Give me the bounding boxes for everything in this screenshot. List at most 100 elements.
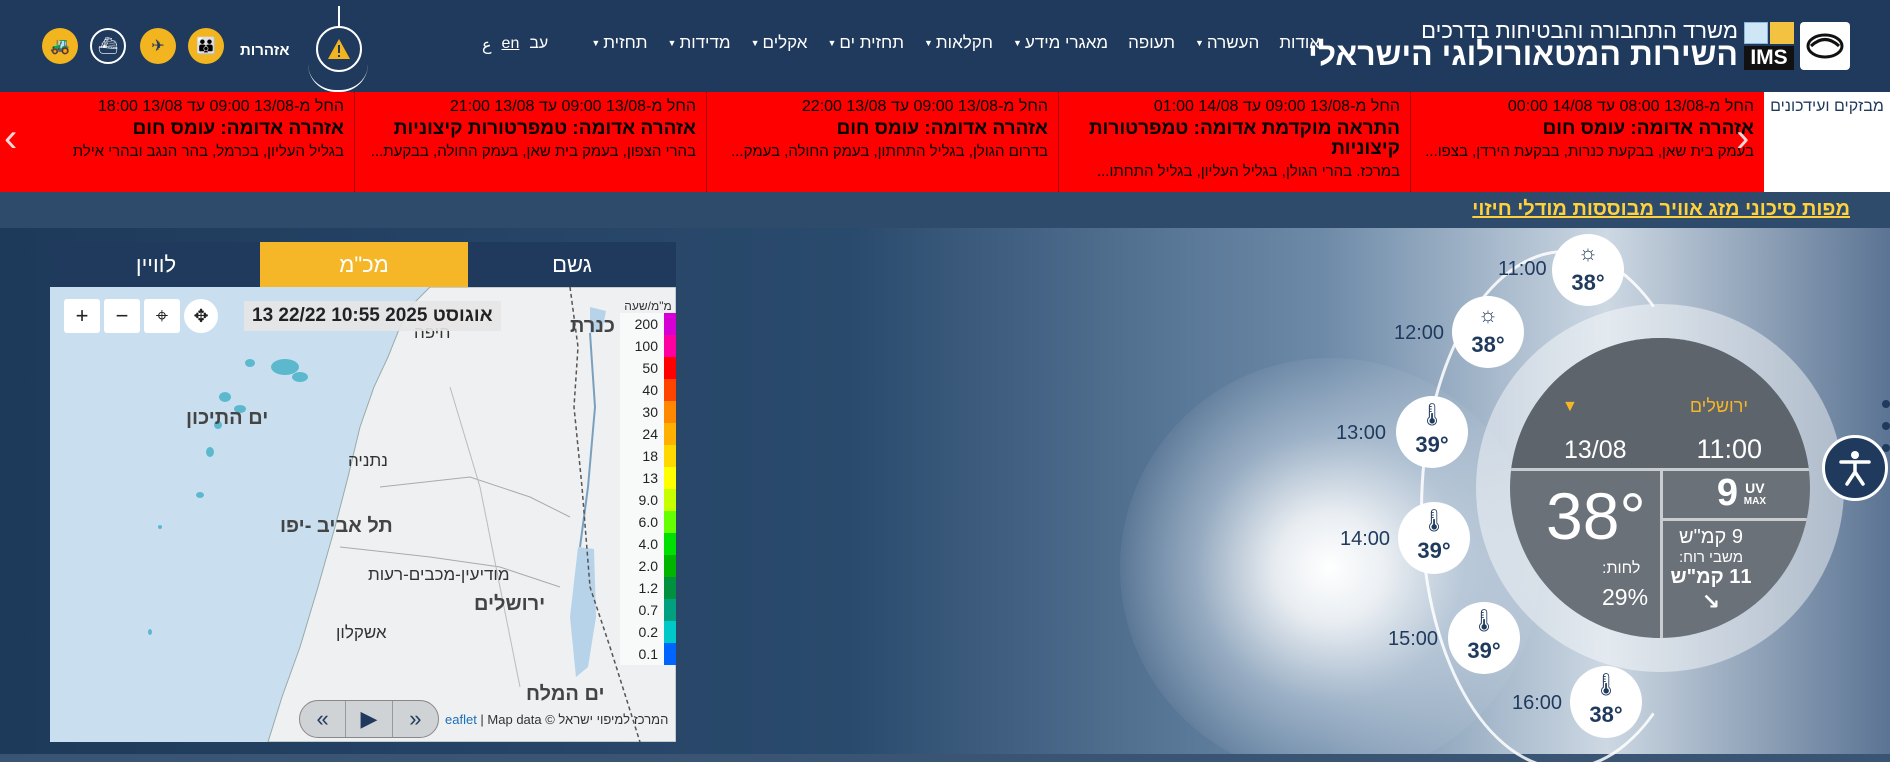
nav-item-about[interactable]: אודות: [1279, 33, 1320, 53]
legend-value: 13: [620, 467, 664, 489]
legend-value: 50: [620, 357, 664, 379]
legend-row: 40: [620, 379, 676, 401]
accessibility-button[interactable]: [1822, 435, 1888, 501]
legend-row: 0.7: [620, 599, 676, 621]
tab-satellite[interactable]: לוויין: [52, 242, 260, 287]
hourly-forecast-bubble[interactable]: 🌡 38°: [1570, 666, 1642, 738]
legend-row: 4.0: [620, 533, 676, 555]
legend-row: 9.0: [620, 489, 676, 511]
hour-label: 11:00: [1498, 258, 1547, 280]
thermometer-icon: 🌡: [1418, 402, 1446, 427]
thermometer-icon: 🌡: [1592, 672, 1620, 697]
emblem-icon: [1806, 33, 1844, 59]
legend-unit: מ"מ/שעה: [624, 299, 672, 313]
play-button[interactable]: ▶: [346, 701, 393, 737]
current-date: 13/08: [1564, 436, 1627, 464]
leaflet-link[interactable]: eaflet: [445, 712, 477, 727]
hour-label: 13:00: [1336, 422, 1387, 444]
risk-maps-link[interactable]: מפות סיכוני מזג אוויר מבוססות מודלי חיזו…: [1472, 198, 1850, 221]
tractor-icon[interactable]: 🚜: [42, 28, 78, 64]
pan-icon[interactable]: ✥: [184, 299, 218, 333]
radar-echoes: [148, 359, 308, 635]
risk-maps-bar: מפות סיכוני מזג אוויר מבוססות מודלי חיזו…: [0, 192, 1890, 228]
legend-value: 9.0: [620, 489, 664, 511]
chevron-down-icon[interactable]: ▼: [1562, 398, 1578, 416]
nav-item-enrichment[interactable]: העשרה ▼: [1195, 33, 1259, 53]
hourly-forecast-bubble[interactable]: 🌡 39°: [1398, 502, 1470, 574]
legend-row: 200: [620, 313, 676, 335]
nav-item-aviation[interactable]: תעופה: [1128, 33, 1175, 53]
hour-label: 16:00: [1512, 692, 1563, 714]
legend-swatch: [664, 533, 676, 555]
legend-value: 6.0: [620, 511, 664, 533]
nav-item-databases[interactable]: מאגרי מידע ▼: [1013, 33, 1108, 53]
chevron-right-icon[interactable]: ›: [1736, 116, 1749, 161]
chevron-down-icon: ▼: [924, 38, 933, 48]
sun-logo-icon: [1770, 22, 1794, 44]
map-label-ashkelon: אשקלון: [336, 623, 387, 642]
lang-arabic[interactable]: ع: [482, 35, 492, 55]
step-back-button[interactable]: «: [300, 701, 347, 737]
legend-swatch: [664, 357, 676, 379]
locate-button[interactable]: ⌖: [144, 299, 180, 333]
warning-button[interactable]: [316, 26, 362, 72]
chevron-down-icon: ▼: [750, 38, 760, 48]
legend-row: 13: [620, 467, 676, 489]
city-select[interactable]: ירושלים: [1690, 396, 1748, 417]
nav-item-agriculture[interactable]: חקלאות ▼: [924, 33, 993, 53]
legend-swatch: [664, 467, 676, 489]
step-forward-button[interactable]: »: [393, 701, 438, 737]
legend-row: 0.1: [620, 643, 676, 665]
lang-hebrew[interactable]: עב: [529, 35, 548, 55]
map-attribution: eaflet | Map data © המרכז למיפוי ישראל: [445, 712, 669, 727]
lang-english[interactable]: en: [502, 35, 520, 55]
legend-swatch: [664, 577, 676, 599]
radar-map[interactable]: ים התיכון תל אביב -יפו נתניה מודיעין-מכב…: [50, 287, 676, 742]
legend-value: 1.2: [620, 577, 664, 599]
nav-item-measurements[interactable]: מדידות ▼: [668, 33, 731, 53]
legend-value: 40: [620, 379, 664, 401]
warning-card[interactable]: החל מ-13/08 09:00 עד 13/08 22:00 אזהרה א…: [706, 92, 1058, 192]
wind-info: 9 קמ"ש משבי רוח: 11 קמ"ש ↘: [1656, 526, 1766, 615]
warning-card[interactable]: החל מ-13/08 09:00 עד 13/08 21:00 אזהרה א…: [354, 92, 706, 192]
current-weather-dial[interactable]: ירושלים ▼ 11:00 13/08 38° לחות: 29% 9 UV…: [1510, 338, 1810, 638]
chevron-left-icon[interactable]: ‹: [4, 116, 17, 161]
legend-value: 0.7: [620, 599, 664, 621]
legend-swatch: [664, 621, 676, 643]
tab-rain[interactable]: גשם: [468, 242, 676, 287]
animation-controls: « ▶ »: [299, 700, 439, 738]
zoom-out-button[interactable]: −: [104, 299, 140, 333]
legend-value: 30: [620, 401, 664, 423]
ship-icon[interactable]: ⛴: [90, 28, 126, 64]
legend-value: 200: [620, 313, 664, 335]
map-label-sea: ים התיכון: [186, 407, 269, 429]
thermometer-icon: 🌡: [1420, 508, 1448, 533]
chevron-down-icon: ▼: [1012, 38, 1022, 48]
hourly-forecast-bubble[interactable]: ☼ 38°: [1552, 234, 1624, 306]
zoom-in-button[interactable]: +: [64, 299, 100, 333]
legend-swatch: [664, 313, 676, 335]
legend-swatch: [664, 335, 676, 357]
news-updates-tab[interactable]: מבזקים ועידכונים: [1764, 92, 1890, 192]
hourly-forecast-bubble[interactable]: ☼ 38°: [1452, 296, 1524, 368]
nav-item-forecast[interactable]: תחזית ▼: [591, 33, 647, 53]
tab-radar[interactable]: מכ"מ: [260, 242, 468, 287]
warning-card[interactable]: החל מ-13/08 09:00 עד 14/08 01:00 התראה מ…: [1058, 92, 1410, 192]
hourly-forecast-bubble[interactable]: 🌡 39°: [1396, 396, 1468, 468]
legend-swatch: [664, 379, 676, 401]
main-nav: תחזית ▼ מדידות ▼ אקלים ▼ תחזית ים ▼ חקלאות ▼ …: [591, 33, 1320, 53]
legend-row: 100: [620, 335, 676, 357]
nav-item-sea-forecast[interactable]: תחזית ים ▼: [827, 33, 904, 53]
warning-card[interactable]: החל מ-13/08 08:00 עד 14/08 00:00 אזהרה א…: [1410, 92, 1764, 192]
wind-speed: 9 קמ"ש: [1679, 526, 1743, 548]
nav-item-climate[interactable]: אקלים ▼: [751, 33, 808, 53]
warning-card[interactable]: החל מ-13/08 09:00 עד 13/08 18:00 אזהרה א…: [0, 92, 354, 192]
alerts-label[interactable]: אזהרות: [240, 42, 289, 59]
org-title[interactable]: השירות המטאורולוגי הישראלי: [1308, 36, 1738, 73]
ims-logo[interactable]: IMS: [1744, 22, 1794, 70]
legend-row: 50: [620, 357, 676, 379]
hourly-forecast-bubble[interactable]: 🌡 39°: [1448, 602, 1520, 674]
plane-icon[interactable]: ✈: [140, 28, 176, 64]
people-icon[interactable]: 👪: [188, 28, 224, 64]
ims-emblem-logo[interactable]: [1800, 22, 1850, 70]
